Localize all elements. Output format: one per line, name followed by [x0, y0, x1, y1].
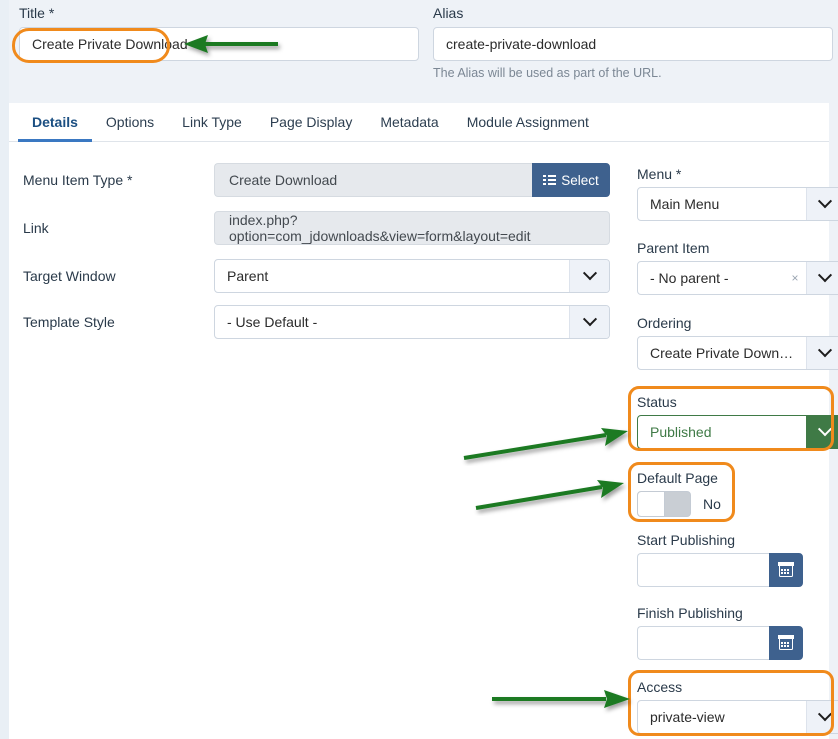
menu-field-group: Menu * Main Menu [637, 166, 838, 221]
menu-value: Main Menu [650, 196, 720, 212]
start-publishing-field-group: Start Publishing [637, 532, 838, 587]
target-window-select[interactable]: Parent [214, 259, 610, 293]
menu-item-type-control: Create Download Select [214, 163, 610, 197]
menu-item-type-row: Menu Item Type * Create Download Select [9, 163, 610, 197]
default-page-toggle[interactable] [637, 491, 691, 517]
alias-input[interactable]: create-private-download [433, 27, 833, 61]
menu-item-type-value: Create Download [214, 163, 532, 197]
start-publishing-input[interactable] [637, 553, 769, 587]
chevron-down-icon[interactable] [806, 701, 838, 733]
parent-item-value: - No parent - [650, 270, 729, 286]
alias-help-text: The Alias will be used as part of the UR… [433, 66, 662, 80]
status-select[interactable]: Published [637, 415, 838, 449]
start-publishing-control [637, 553, 803, 587]
default-page-value: No [703, 496, 721, 512]
tab-link-type[interactable]: Link Type [168, 103, 256, 141]
target-window-label: Target Window [23, 268, 116, 284]
ordering-select[interactable]: Create Private Download [637, 336, 838, 370]
start-publishing-label: Start Publishing [637, 532, 736, 548]
status-label: Status [637, 394, 677, 410]
parent-item-select[interactable]: - No parent - × [637, 261, 838, 295]
finish-publishing-input[interactable] [637, 626, 769, 660]
menu-label: Menu * [637, 166, 682, 182]
target-window-value: Parent [227, 268, 269, 284]
calendar-icon [778, 635, 794, 650]
tab-details[interactable]: Details [18, 103, 92, 142]
toggle-knob [638, 492, 665, 516]
access-select[interactable]: private-view [637, 700, 838, 734]
finish-publishing-calendar-button[interactable] [769, 626, 803, 660]
menu-select[interactable]: Main Menu [637, 187, 838, 221]
calendar-icon [778, 562, 794, 577]
start-publishing-calendar-button[interactable] [769, 553, 803, 587]
select-button-label: Select [561, 172, 599, 188]
title-input[interactable]: Create Private Download [19, 27, 419, 61]
tab-options[interactable]: Options [92, 103, 168, 141]
ordering-value: Create Private Download [650, 345, 806, 361]
list-icon [543, 174, 557, 186]
ordering-label: Ordering [637, 315, 692, 331]
link-label: Link [23, 220, 49, 236]
clear-icon[interactable]: × [784, 271, 806, 285]
alias-label: Alias [433, 5, 464, 21]
link-control: index.php?option=com_jdownloads&view=for… [214, 211, 610, 245]
chevron-down-icon[interactable] [806, 337, 838, 369]
access-value: private-view [650, 709, 725, 725]
default-page-field-group: Default Page No [637, 470, 838, 517]
tab-bar: Details Options Link Type Page Display M… [9, 103, 829, 142]
chevron-down-icon[interactable] [806, 262, 838, 294]
alias-field-group: Alias create-private-download The Alias … [433, 5, 833, 80]
ordering-field-group: Ordering Create Private Download [637, 315, 838, 370]
template-style-select[interactable]: - Use Default - [214, 305, 610, 339]
template-style-control: - Use Default - [214, 305, 610, 339]
target-window-control: Parent [214, 259, 610, 293]
finish-publishing-label: Finish Publishing [637, 605, 743, 621]
template-style-row: Template Style - Use Default - [9, 305, 610, 339]
access-label: Access [637, 679, 683, 695]
default-page-control: No [637, 491, 838, 517]
tab-page-display[interactable]: Page Display [256, 103, 367, 141]
menu-item-edit-page: Title * Create Private Download Alias cr… [0, 0, 838, 739]
menu-item-type-label: Menu Item Type * [23, 172, 133, 188]
target-window-row: Target Window Parent [9, 259, 610, 293]
status-value: Published [650, 424, 712, 440]
template-style-label: Template Style [23, 314, 115, 330]
finish-publishing-field-group: Finish Publishing [637, 605, 838, 660]
chevron-down-icon[interactable] [569, 260, 609, 292]
parent-item-label: Parent Item [637, 240, 710, 256]
title-field-group: Title * Create Private Download [19, 5, 419, 61]
status-field-group: Status Published [637, 394, 838, 449]
link-value: index.php?option=com_jdownloads&view=for… [214, 211, 610, 245]
chevron-down-icon[interactable] [806, 416, 838, 448]
page-left-gutter [0, 0, 9, 739]
access-field-group: Access private-view [637, 679, 838, 734]
tab-metadata[interactable]: Metadata [366, 103, 452, 141]
finish-publishing-control [637, 626, 803, 660]
title-label: Title * [19, 5, 55, 21]
tab-module-assignment[interactable]: Module Assignment [453, 103, 603, 141]
link-row: Link index.php?option=com_jdownloads&vie… [9, 211, 610, 245]
select-menu-item-type-button[interactable]: Select [532, 163, 610, 197]
template-style-value: - Use Default - [227, 314, 318, 330]
chevron-down-icon[interactable] [569, 306, 609, 338]
form-body: Menu Item Type * Create Download Select … [9, 142, 838, 739]
default-page-label: Default Page [637, 470, 718, 486]
parent-item-field-group: Parent Item - No parent - × [637, 240, 838, 295]
chevron-down-icon[interactable] [806, 188, 838, 220]
header-band: Title * Create Private Download Alias cr… [9, 0, 833, 103]
